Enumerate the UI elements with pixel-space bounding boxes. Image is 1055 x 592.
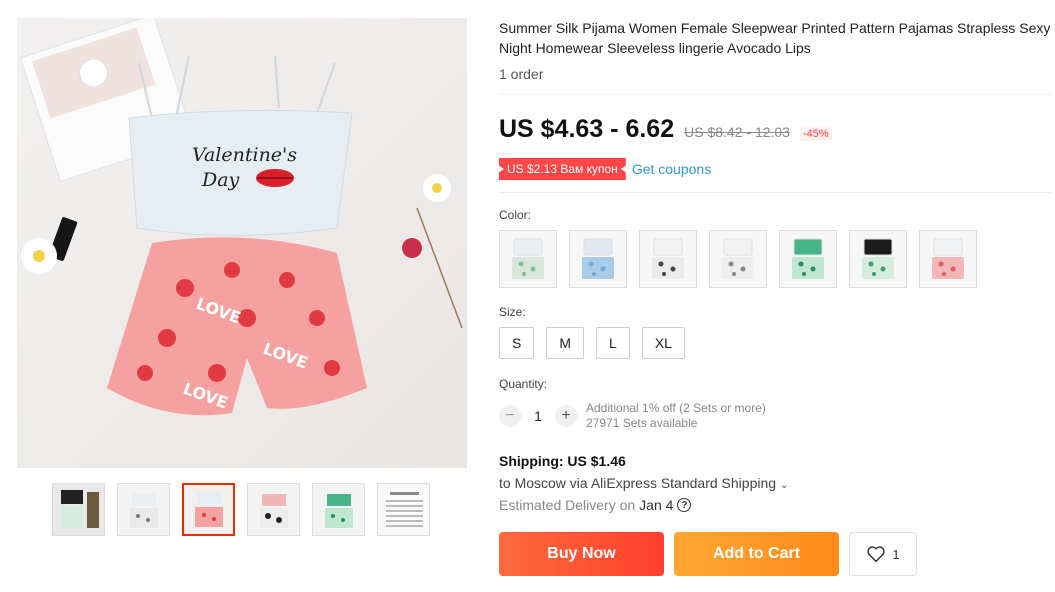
estimated-delivery: Estimated Delivery on Jan 4 ?	[499, 497, 1051, 513]
color-swatch-5[interactable]	[779, 230, 837, 288]
discount-badge: -45%	[799, 127, 832, 141]
heart-icon	[867, 546, 886, 563]
thumbnail-strip	[52, 483, 430, 536]
current-price: US $4.63 - 6.62	[499, 115, 675, 143]
bulk-discount-text: Additional 1% off (2 Sets or more)	[586, 401, 766, 415]
color-options	[499, 230, 1051, 288]
product-info: Summer Silk Pijama Women Female Sleepwea…	[499, 18, 1051, 576]
size-option-s[interactable]: S	[499, 327, 535, 359]
shirt-text-2: Day	[201, 169, 240, 191]
price-row: US $4.63 - 6.62 US $8.42 - 12.03 -45%	[499, 115, 1051, 144]
chevron-down-icon: ⌄	[779, 480, 789, 491]
divider	[499, 94, 1051, 95]
swatch-image	[920, 231, 976, 287]
estimated-delivery-label: Estimated Delivery on	[499, 497, 636, 513]
main-product-image[interactable]: Valentine's Day LOVE LOVE LOVE	[17, 18, 467, 468]
thumbnail-6-size-chart[interactable]	[377, 483, 430, 536]
thumbnail-image	[248, 484, 299, 535]
action-buttons: Buy Now Add to Cart 1	[499, 532, 1051, 576]
shipping-method[interactable]: to Moscow via AliExpress Standard Shippi…	[499, 475, 1051, 491]
coupon-row: US $2.13 Вам купон Get coupons	[499, 158, 1051, 180]
color-swatch-6[interactable]	[849, 230, 907, 288]
thumbnail-2[interactable]	[117, 483, 170, 536]
size-label: Size:	[499, 305, 526, 319]
original-price: US $8.42 - 12.03	[684, 124, 790, 140]
color-swatch-3[interactable]	[639, 230, 697, 288]
color-label: Color:	[499, 208, 532, 222]
size-options: S M L XL	[499, 327, 1051, 359]
quantity-decrease-button[interactable]: −	[499, 405, 521, 427]
coupon-badge[interactable]: US $2.13 Вам купон	[499, 158, 626, 180]
divider	[499, 192, 1051, 193]
swatch-image	[710, 231, 766, 287]
thumbnail-4[interactable]	[247, 483, 300, 536]
thumbnail-image	[313, 484, 364, 535]
quantity-stepper: − 1 + Additional 1% off (2 Sets or more)…	[499, 401, 1051, 431]
thumbnail-5[interactable]	[312, 483, 365, 536]
shipping-method-text: to Moscow via AliExpress Standard Shippi…	[499, 475, 777, 491]
get-coupons-link[interactable]: Get coupons	[632, 161, 711, 177]
wishlist-count: 1	[892, 546, 900, 562]
add-to-cart-button[interactable]: Add to Cart	[674, 532, 839, 576]
thumbnail-image	[378, 484, 429, 535]
quantity-label: Quantity:	[499, 377, 548, 391]
thumbnail-image	[118, 484, 169, 535]
quantity-note: Additional 1% off (2 Sets or more) 27971…	[586, 401, 766, 431]
color-swatch-2[interactable]	[569, 230, 627, 288]
color-swatch-1[interactable]	[499, 230, 557, 288]
quantity-increase-button[interactable]: +	[555, 405, 577, 427]
help-icon[interactable]: ?	[677, 498, 692, 512]
thumbnail-image	[53, 484, 104, 535]
shipping-price: Shipping: US $1.46	[499, 453, 626, 469]
size-option-l[interactable]: L	[596, 327, 630, 359]
swatch-image	[500, 231, 556, 287]
estimated-delivery-date: Jan 4	[639, 497, 674, 513]
thumbnail-image	[184, 485, 233, 534]
size-option-m[interactable]: M	[546, 327, 585, 359]
swatch-image	[850, 231, 906, 287]
swatch-image	[570, 231, 626, 287]
quantity-value[interactable]: 1	[521, 408, 555, 424]
order-count: 1 order	[499, 66, 544, 82]
thumbnail-3-active[interactable]	[182, 483, 235, 536]
swatch-image	[780, 231, 836, 287]
swatch-image	[640, 231, 696, 287]
size-option-xl[interactable]: XL	[641, 327, 685, 359]
thumbnail-1[interactable]	[52, 483, 105, 536]
pajama-photo: Valentine's Day LOVE LOVE LOVE	[19, 18, 463, 416]
stock-available-text: 27971 Sets available	[586, 416, 698, 430]
buy-now-button[interactable]: Buy Now	[499, 532, 664, 576]
color-swatch-7[interactable]	[919, 230, 977, 288]
wishlist-button[interactable]: 1	[849, 532, 917, 576]
product-title: Summer Silk Pijama Women Female Sleepwea…	[499, 20, 1051, 56]
shirt-text-1: Valentine's	[192, 144, 297, 166]
color-swatch-4[interactable]	[709, 230, 767, 288]
